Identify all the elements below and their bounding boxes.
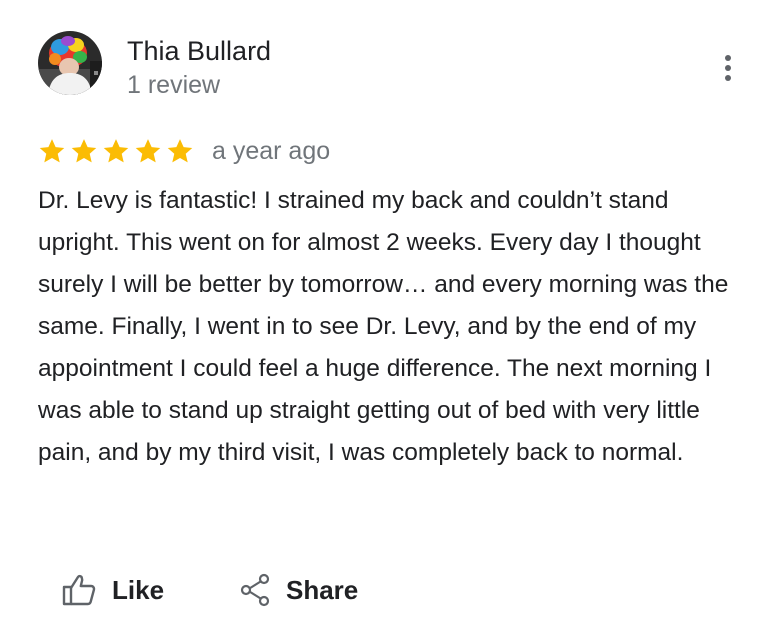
thumbs-up-icon [62,574,96,606]
share-label: Share [286,575,359,605]
star-icon [103,139,129,163]
reviewer-review-count: 1 review [127,71,221,99]
reviewer-avatar[interactable] [38,31,102,95]
reviewer-name[interactable]: Thia Bullard [127,34,271,68]
profile-photo-icon [38,31,102,95]
share-icon [240,573,270,607]
like-button[interactable]: Like [62,570,164,610]
review-time: a year ago [212,137,331,165]
review-text: Dr. Levy is fantastic! I strained my bac… [38,187,729,466]
share-button[interactable]: Share [240,570,358,610]
like-label: Like [112,575,165,605]
more-options-button[interactable] [712,50,744,86]
review-card: Thia Bullard 1 review a year ago Dr. Lev… [0,0,784,644]
star-icon [167,139,193,163]
more-vert-icon [725,55,731,81]
star-icon [135,139,161,163]
star-icon [71,139,97,163]
star-rating [38,137,194,165]
star-icon [39,139,65,163]
